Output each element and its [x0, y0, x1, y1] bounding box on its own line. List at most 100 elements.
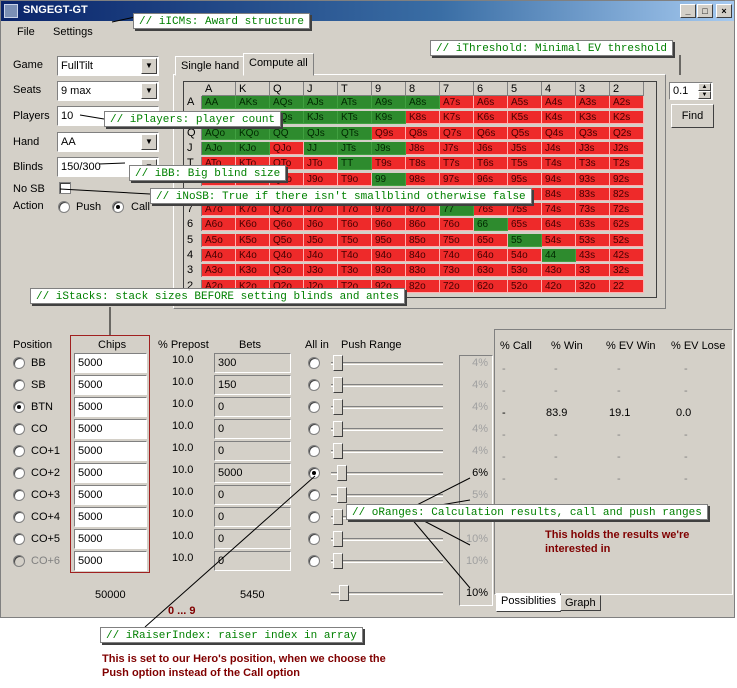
hand-cell[interactable]: T7o — [338, 203, 372, 217]
hand-cell[interactable]: 52s — [610, 233, 644, 247]
hand-cell[interactable]: JTo — [304, 157, 338, 171]
hand-cell[interactable]: QTs — [338, 126, 372, 140]
hand-cell[interactable]: Q4o — [270, 249, 304, 262]
hand-cell[interactable]: Q5o — [270, 233, 304, 247]
tab-single-hand[interactable]: Single hand — [175, 56, 246, 76]
hand-cell[interactable]: 77 — [440, 203, 474, 217]
hand-cell[interactable]: 42s — [610, 249, 644, 262]
hand-cell[interactable]: T9o — [338, 172, 372, 186]
hand-cell[interactable]: K4o — [236, 249, 270, 262]
hand-cell[interactable]: Q9s — [372, 126, 406, 140]
slider-thumb[interactable] — [337, 487, 347, 503]
hand-cell[interactable]: T2s — [610, 157, 644, 171]
hand-cell[interactable]: J9s — [372, 141, 406, 155]
hand-cell[interactable]: 94s — [542, 172, 576, 186]
slider-thumb[interactable] — [337, 465, 347, 481]
slider-thumb[interactable] — [333, 531, 343, 547]
hand-cell[interactable]: Q6o — [270, 218, 304, 232]
allin-radio[interactable] — [308, 423, 320, 435]
hand-cell[interactable]: A3s — [576, 96, 610, 109]
allin-radio[interactable] — [308, 467, 320, 479]
hand-cell[interactable]: A9s — [372, 96, 406, 109]
extra-range-slider[interactable] — [331, 583, 449, 603]
hand-cell[interactable]: 87o — [406, 203, 440, 217]
hand-cell[interactable]: KJs — [304, 111, 338, 125]
hand-cell[interactable]: A8s — [406, 96, 440, 109]
push-range-slider[interactable] — [331, 485, 449, 505]
hand-cell[interactable]: 52o — [508, 279, 542, 293]
push-range-slider[interactable] — [331, 375, 449, 395]
position-radio[interactable] — [13, 533, 25, 545]
hand-cell[interactable]: 74o — [440, 249, 474, 262]
hand-cell[interactable]: 64o — [474, 249, 508, 262]
hand-cell[interactable]: A5s — [508, 96, 542, 109]
close-button[interactable]: × — [716, 4, 732, 18]
hand-cell[interactable]: J3o — [304, 264, 338, 278]
hand-cell[interactable]: QJs — [304, 126, 338, 140]
hand-cell[interactable]: 73o — [440, 264, 474, 278]
hand-cell[interactable]: T6o — [338, 218, 372, 232]
hand-select[interactable]: AA ▼ — [57, 132, 159, 152]
hand-cell[interactable]: T3o — [338, 264, 372, 278]
tab-compute-all[interactable]: Compute all — [243, 53, 314, 76]
hand-cell[interactable]: Q8s — [406, 126, 440, 140]
hand-cell[interactable]: 54o — [508, 249, 542, 262]
spin-up-icon[interactable]: ▲ — [698, 83, 711, 91]
hand-cell[interactable]: AJo — [202, 141, 236, 155]
tab-possiblities[interactable]: Possiblities — [496, 593, 562, 612]
hand-cell[interactable]: K3o — [236, 264, 270, 278]
hand-cell[interactable]: KJo — [236, 141, 270, 155]
allin-radio[interactable] — [308, 555, 320, 567]
hand-cell[interactable]: J4s — [542, 141, 576, 155]
hand-cell[interactable]: 93s — [576, 172, 610, 186]
hand-cell[interactable]: T5o — [338, 233, 372, 247]
hand-cell[interactable]: 22 — [610, 279, 644, 293]
push-range-slider[interactable] — [331, 463, 449, 483]
hand-cell[interactable]: 65o — [474, 233, 508, 247]
slider-thumb[interactable] — [333, 443, 343, 459]
hand-cell[interactable]: QJo — [270, 141, 304, 155]
hand-cell[interactable]: QQ — [270, 126, 304, 140]
hand-cell[interactable]: 92s — [610, 172, 644, 186]
hand-cell[interactable]: K6s — [474, 111, 508, 125]
hand-cell[interactable]: 93o — [372, 264, 406, 278]
position-radio[interactable] — [13, 401, 25, 413]
hand-cell[interactable]: 64s — [542, 218, 576, 232]
push-range-slider[interactable] — [331, 529, 449, 549]
hand-cell[interactable]: K4s — [542, 111, 576, 125]
hand-cell[interactable]: K7o — [236, 203, 270, 217]
hand-cell[interactable]: 66 — [474, 218, 508, 232]
hand-cell[interactable]: 99 — [372, 172, 406, 186]
position-radio[interactable] — [13, 423, 25, 435]
hand-cell[interactable]: AQs — [270, 96, 304, 109]
position-radio[interactable] — [13, 467, 25, 479]
hand-cell[interactable]: 44 — [542, 249, 576, 262]
allin-radio[interactable] — [308, 401, 320, 413]
hand-cell[interactable]: 97o — [372, 203, 406, 217]
hand-cell[interactable]: A2s — [610, 96, 644, 109]
push-range-slider[interactable] — [331, 441, 449, 461]
slider-thumb[interactable] — [333, 421, 343, 437]
hand-cell[interactable]: 53s — [576, 233, 610, 247]
hand-cell[interactable]: 94o — [372, 249, 406, 262]
hand-cell[interactable]: A3o — [202, 264, 236, 278]
hand-cell[interactable]: 73s — [576, 203, 610, 217]
hand-cell[interactable]: J6o — [304, 218, 338, 232]
hand-cell[interactable]: Q7s — [440, 126, 474, 140]
slider-thumb[interactable] — [333, 355, 343, 371]
hand-cell[interactable]: 43o — [542, 264, 576, 278]
hand-cell[interactable]: 63o — [474, 264, 508, 278]
chevron-down-icon[interactable]: ▼ — [141, 83, 157, 99]
hand-cell[interactable]: 72s — [610, 203, 644, 217]
allin-radio[interactable] — [308, 533, 320, 545]
hand-cell[interactable]: Q5s — [508, 126, 542, 140]
hand-cell[interactable]: J7o — [304, 203, 338, 217]
hand-cell[interactable]: KTs — [338, 111, 372, 125]
hand-cell[interactable]: A7o — [202, 203, 236, 217]
hand-cell[interactable]: AA — [202, 96, 236, 109]
slider-thumb[interactable] — [333, 377, 343, 393]
chevron-down-icon[interactable]: ▼ — [141, 134, 157, 150]
spin-down-icon[interactable]: ▼ — [698, 91, 711, 99]
hand-cell[interactable]: Q6s — [474, 126, 508, 140]
chevron-down-icon[interactable]: ▼ — [141, 58, 157, 74]
